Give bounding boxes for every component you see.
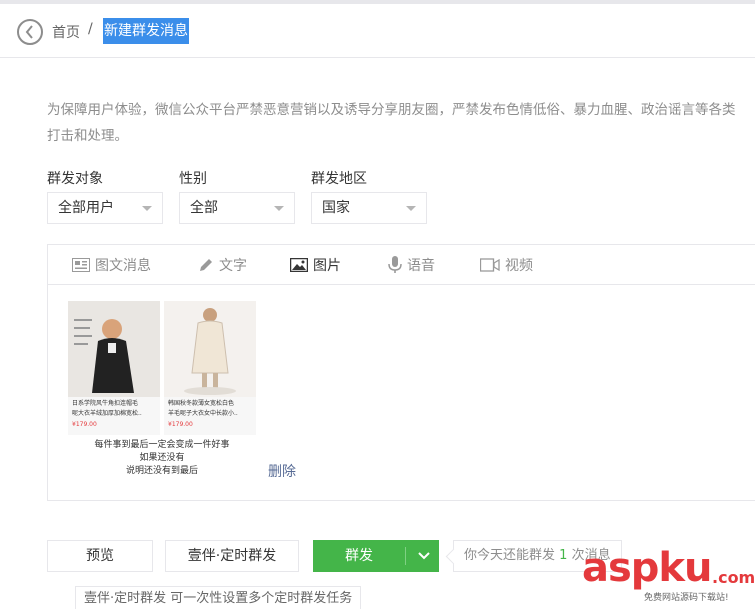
video-icon xyxy=(480,258,500,272)
image-icon xyxy=(290,258,308,272)
product-price: ¥179.00 xyxy=(168,421,193,428)
tab-voice[interactable]: 语音 xyxy=(388,255,435,275)
chevron-left-icon xyxy=(25,25,33,39)
breadcrumb-home[interactable]: 首页 xyxy=(52,22,80,42)
scheduled-send-button[interactable]: 壹伴·定时群发 xyxy=(165,540,299,572)
quota-count: 1 xyxy=(559,548,568,563)
gender-value: 全部 xyxy=(190,200,218,216)
notice-line: 为保障用户体验，微信公众平台严禁恶意营销以及诱导分享朋友圈，严禁发布色情低俗、暴… xyxy=(47,102,736,118)
target-label: 群发对象 xyxy=(47,171,103,187)
tab-label: 图文消息 xyxy=(95,258,151,274)
product-photo xyxy=(68,301,160,397)
product-caption: 日系学院风牛角扣连帽毛 呢大衣羊绒加厚加棉宽松.. xyxy=(72,400,142,417)
tab-label: 文字 xyxy=(219,258,247,274)
tab-label: 图片 xyxy=(313,258,341,274)
product-photo xyxy=(164,301,256,397)
tab-label: 语音 xyxy=(407,258,435,274)
tab-video[interactable]: 视频 xyxy=(480,255,533,275)
product-card: 韩国秋冬款薄女宽松白色 羊毛呢子大衣女中长款小.. ¥179.00 xyxy=(164,301,256,435)
gender-label: 性别 xyxy=(179,171,207,187)
chevron-down-icon xyxy=(418,552,430,560)
target-select[interactable]: 全部用户 xyxy=(47,192,163,224)
scheduled-send-tooltip: 壹伴·定时群发 可一次性设置多个定时群发任务 xyxy=(75,586,362,609)
send-dropdown-toggle[interactable] xyxy=(413,540,435,572)
watermark-brand: aspku xyxy=(582,545,713,591)
target-value: 全部用户 xyxy=(58,200,114,216)
policy-notice: 为保障用户体验，微信公众平台严禁恶意营销以及诱导分享朋友圈，严禁发布色情低俗、暴… xyxy=(47,97,755,149)
region-label: 群发地区 xyxy=(311,171,367,187)
delete-image-link[interactable]: 删除 xyxy=(268,461,296,481)
preview-button[interactable]: 预览 xyxy=(47,540,153,572)
caret-down-icon xyxy=(274,206,284,211)
gender-select[interactable]: 全部 xyxy=(179,192,295,224)
watermark-tld: .com xyxy=(712,568,755,587)
caret-down-icon xyxy=(142,206,152,211)
pencil-icon xyxy=(200,259,212,271)
back-button[interactable] xyxy=(17,19,43,45)
page-header: 首页 / 新建群发消息 xyxy=(0,4,755,58)
product-card: 日系学院风牛角扣连帽毛 呢大衣羊绒加厚加棉宽松.. ¥179.00 xyxy=(68,301,160,435)
caret-down-icon xyxy=(406,206,416,211)
tab-label: 视频 xyxy=(505,258,533,274)
message-editor: 图文消息 文字 图片 语音 视频 日系学院风牛角扣连帽毛 呢大衣羊绒加厚加棉宽松… xyxy=(47,244,755,501)
breadcrumb-separator: / xyxy=(88,21,93,37)
region-value: 国家 xyxy=(322,200,350,216)
tab-text[interactable]: 文字 xyxy=(198,255,247,275)
region-select[interactable]: 国家 xyxy=(311,192,427,224)
tab-news[interactable]: 图文消息 xyxy=(72,255,151,275)
watermark-subtitle: 免费网站源码下载站! xyxy=(644,593,729,603)
page-title: 新建群发消息 xyxy=(103,18,189,44)
site-watermark: aspku .com 免费网站源码下载站! xyxy=(582,545,755,608)
send-label: 群发 xyxy=(345,548,373,564)
message-type-tabs: 图文消息 文字 图片 语音 视频 xyxy=(48,245,755,285)
product-price: ¥179.00 xyxy=(72,421,97,428)
image-quote-text: 每件事到最后一定会变成一件好事 如果还没有 说明还没有到最后 xyxy=(94,440,230,476)
notice-line: 打击和处理。 xyxy=(47,128,128,144)
microphone-icon xyxy=(388,256,402,273)
news-icon xyxy=(72,258,90,272)
button-divider xyxy=(405,547,406,565)
tab-image[interactable]: 图片 xyxy=(290,255,341,275)
product-caption: 韩国秋冬款薄女宽松白色 羊毛呢子大衣女中长款小.. xyxy=(168,400,238,417)
quota-prefix: 你今天还能群发 xyxy=(464,548,556,563)
send-button[interactable]: 群发 xyxy=(313,540,439,572)
selected-image-preview: 日系学院风牛角扣连帽毛 呢大衣羊绒加厚加棉宽松.. ¥179.00 韩国秋冬款薄… xyxy=(68,301,256,487)
